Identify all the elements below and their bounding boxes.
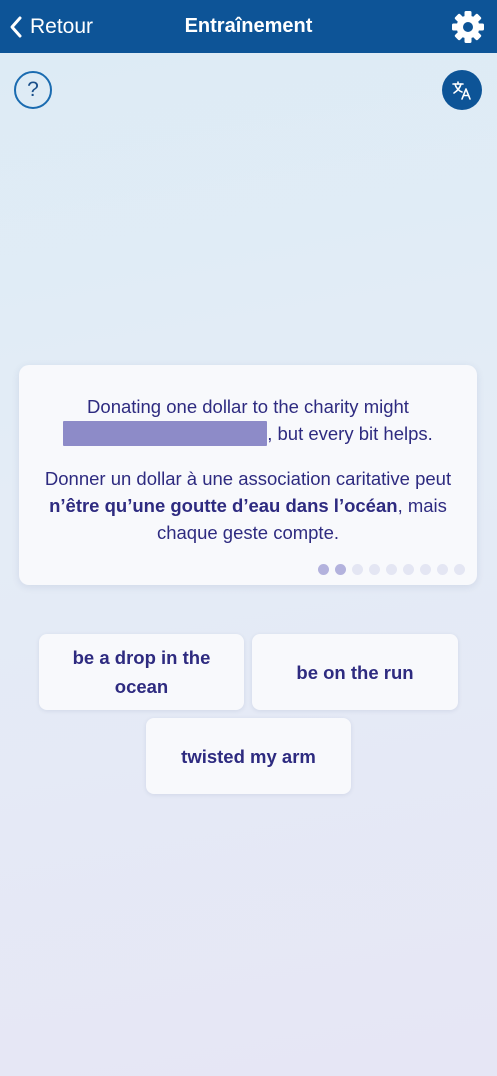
- answer-blank: [63, 421, 268, 446]
- option-button[interactable]: be a drop in the ocean: [39, 634, 244, 710]
- sentence-start: Donating one dollar to the charity might: [87, 396, 409, 417]
- back-label: Retour: [30, 14, 94, 38]
- progress-dots: [312, 564, 465, 575]
- progress-dot: [403, 564, 414, 575]
- settings-button[interactable]: [451, 10, 485, 44]
- back-button[interactable]: Retour: [8, 0, 93, 53]
- progress-dot: [437, 564, 448, 575]
- exercise-sentence: Donating one dollar to the charity might…: [19, 393, 477, 447]
- sentence-end: , but every bit helps.: [267, 423, 433, 444]
- progress-dot: [386, 564, 397, 575]
- top-bar: Retour Entraînement: [0, 0, 497, 53]
- option-button[interactable]: twisted my arm: [146, 718, 351, 794]
- translate-button[interactable]: [442, 70, 482, 110]
- progress-dot: [454, 564, 465, 575]
- progress-dot: [318, 564, 329, 575]
- gear-icon: [452, 11, 484, 43]
- exercise-translation: Donner un dollar à une association carit…: [37, 465, 459, 546]
- exercise-card: Donating one dollar to the charity might…: [19, 365, 477, 585]
- help-button[interactable]: ?: [14, 71, 52, 109]
- option-button[interactable]: be on the run: [252, 634, 458, 710]
- progress-dot: [420, 564, 431, 575]
- progress-dot: [335, 564, 346, 575]
- progress-dot: [352, 564, 363, 575]
- translate-icon: [452, 81, 471, 100]
- translation-highlight: n’être qu’une goutte d’eau dans l’océan: [49, 495, 398, 516]
- progress-dot: [369, 564, 380, 575]
- translation-start: Donner un dollar à une association carit…: [44, 468, 452, 489]
- chevron-left-icon: [10, 16, 22, 37]
